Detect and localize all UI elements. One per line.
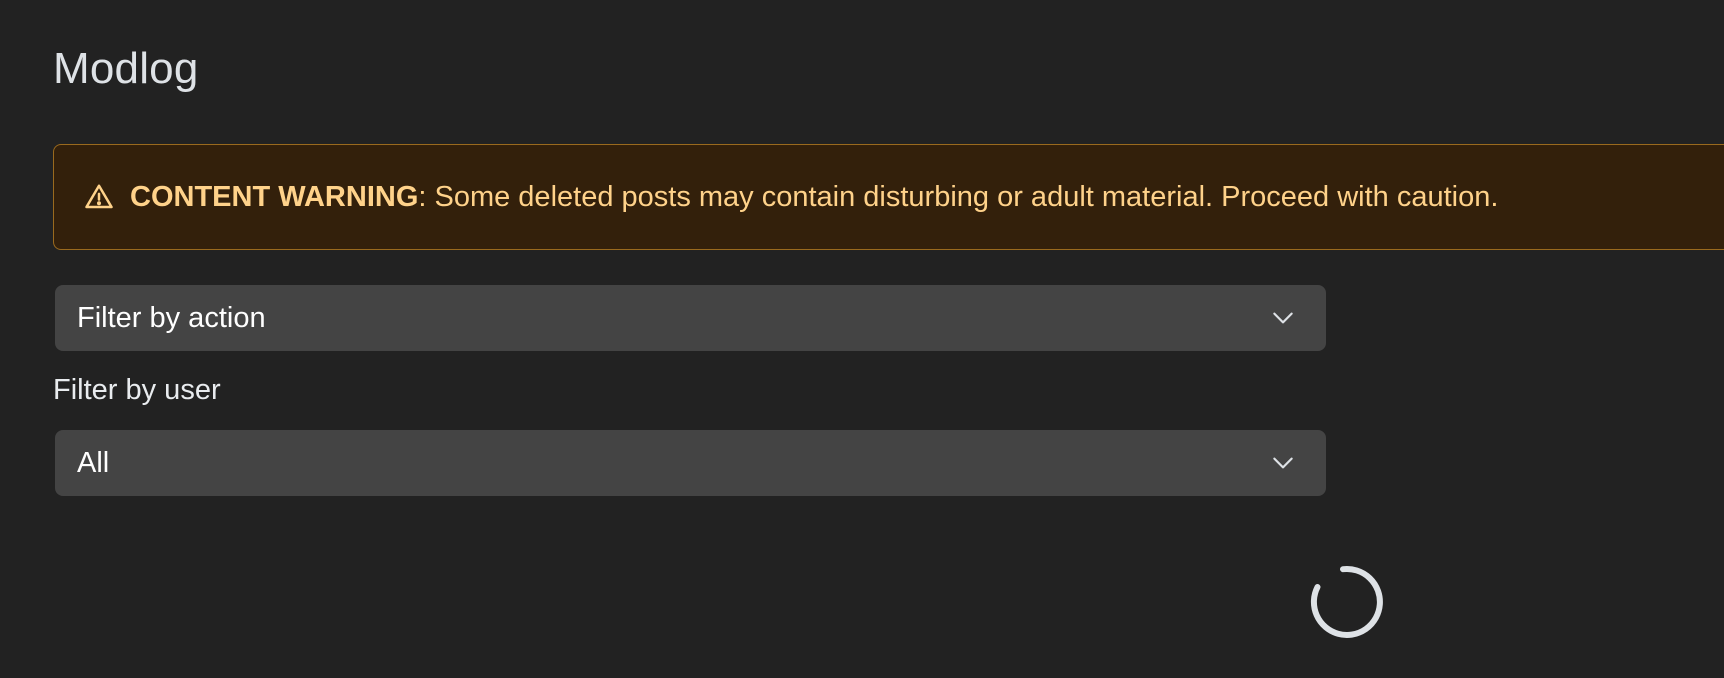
- modlog-page: Modlog CONTENT WARNING: Some deleted pos…: [0, 0, 1724, 678]
- filter-by-action-select[interactable]: Filter by action: [55, 285, 1326, 351]
- filter-by-action-value: Filter by action: [77, 301, 266, 334]
- filter-by-user-value: All: [77, 446, 110, 479]
- chevron-down-icon: [1270, 305, 1296, 331]
- warning-label: CONTENT WARNING: [130, 180, 419, 213]
- page-title: Modlog: [53, 44, 199, 93]
- chevron-down-icon: [1270, 450, 1296, 476]
- content-warning-alert: CONTENT WARNING: Some deleted posts may …: [53, 144, 1724, 250]
- filter-by-user-label: Filter by user: [53, 374, 221, 406]
- warning-separator: :: [418, 180, 427, 213]
- warning-triangle-icon: [84, 182, 114, 212]
- filter-by-user-select[interactable]: All: [55, 430, 1326, 496]
- warning-message: Some deleted posts may contain disturbin…: [426, 180, 1499, 213]
- loading-spinner-icon: [1310, 565, 1384, 639]
